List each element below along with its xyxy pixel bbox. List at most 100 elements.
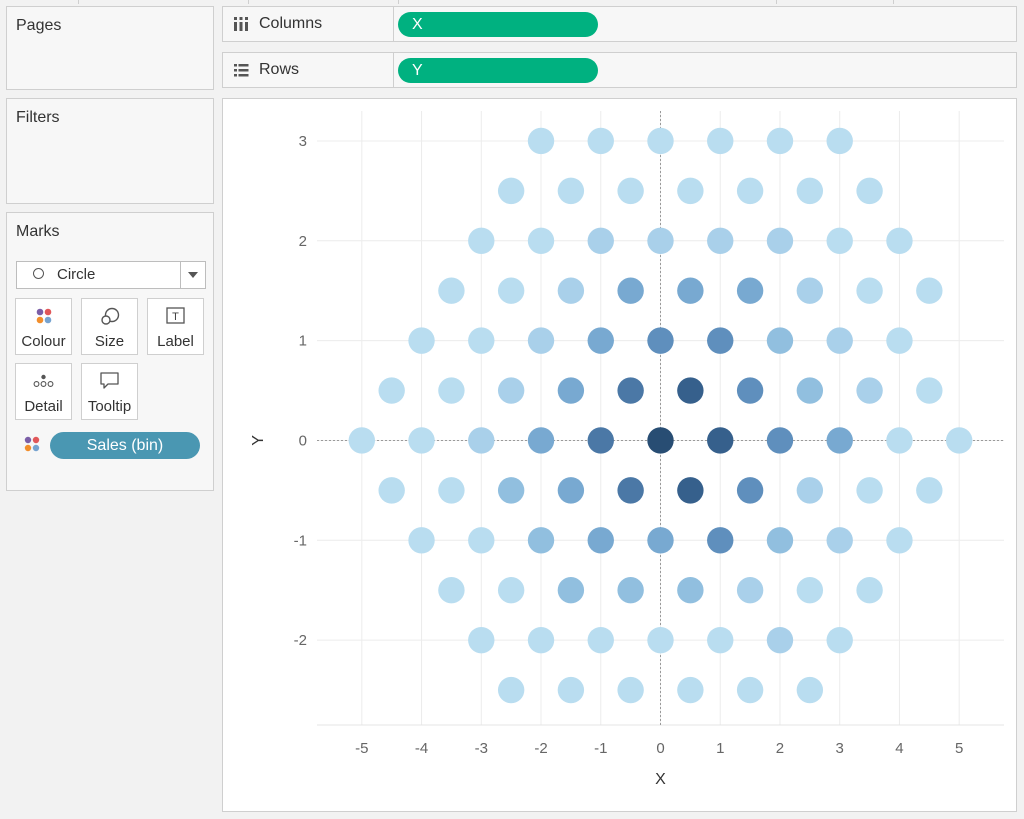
data-point: [886, 527, 913, 554]
label-label: Label: [157, 333, 194, 350]
x-pill[interactable]: X: [398, 12, 598, 37]
filters-title: Filters: [16, 109, 60, 126]
x-tick-label: 2: [776, 740, 784, 757]
data-point: [647, 626, 674, 654]
data-point: [916, 277, 943, 304]
y-tick-label: 1: [299, 333, 307, 350]
data-point: [617, 577, 644, 604]
rows-label: Rows: [259, 61, 300, 78]
mark-type-dropdown[interactable]: Circle: [16, 261, 206, 289]
data-point: [796, 377, 824, 404]
x-tick-label: 3: [836, 740, 844, 757]
data-point: [886, 227, 913, 254]
x-tick-label: -5: [355, 740, 368, 757]
data-point: [587, 327, 614, 354]
data-point: [497, 577, 525, 604]
x-tick-label: -2: [534, 740, 547, 757]
data-point: [826, 427, 853, 454]
chevron-down-icon[interactable]: [188, 272, 198, 278]
rows-shelf[interactable]: Rows Y: [222, 52, 1017, 88]
data-point: [736, 676, 764, 704]
data-point: [647, 427, 674, 454]
size-icon: [101, 307, 120, 325]
data-point: [527, 427, 555, 454]
data-point: [796, 277, 824, 304]
data-point: [647, 127, 674, 155]
data-point: [647, 227, 674, 254]
data-point: [438, 277, 465, 304]
data-point: [707, 527, 734, 554]
data-point: [348, 427, 376, 454]
colour-label: Colour: [21, 333, 66, 350]
data-point: [856, 477, 883, 504]
data-point: [916, 477, 943, 504]
data-point: [468, 327, 495, 354]
data-point: [677, 577, 704, 604]
data-point: [468, 427, 495, 454]
colour-button[interactable]: Colour: [15, 298, 72, 355]
data-point: [408, 527, 435, 554]
mark-type-value: Circle: [57, 266, 96, 283]
tooltip-button[interactable]: Tooltip: [81, 363, 138, 420]
tooltip-label: Tooltip: [87, 398, 132, 415]
data-point: [796, 477, 824, 504]
data-point: [766, 527, 794, 554]
data-point: [557, 177, 585, 205]
data-point: [497, 177, 525, 205]
data-point: [497, 377, 525, 404]
data-point: [557, 277, 585, 304]
data-point: [438, 377, 465, 404]
data-point: [438, 477, 465, 504]
data-point: [707, 127, 734, 155]
data-point: [707, 626, 734, 654]
y-tick-label: 3: [299, 133, 307, 150]
label-button[interactable]: T Label: [147, 298, 204, 355]
data-point: [587, 626, 614, 654]
data-point: [408, 427, 435, 454]
data-point: [766, 127, 794, 155]
data-point: [796, 177, 824, 205]
data-point: [497, 277, 525, 304]
y-tick-label: 2: [299, 233, 307, 250]
data-point: [707, 327, 734, 354]
data-point: [617, 277, 644, 304]
size-label: Size: [94, 333, 125, 350]
data-point: [557, 676, 585, 704]
color-legend-icon: [24, 436, 40, 452]
label-icon: T: [166, 307, 185, 324]
rows-icon: [234, 64, 249, 77]
data-point: [886, 427, 913, 454]
data-point: [826, 626, 853, 654]
sales-bin-pill[interactable]: Sales (bin): [50, 432, 200, 459]
data-point: [856, 177, 883, 205]
data-point: [677, 676, 704, 704]
data-point: [736, 277, 764, 304]
y-pill[interactable]: Y: [398, 58, 598, 83]
dropdown-divider: [180, 262, 181, 288]
data-point: [916, 377, 943, 404]
data-point: [707, 227, 734, 254]
data-point: [826, 527, 853, 554]
data-point: [826, 327, 853, 354]
data-point: [856, 277, 883, 304]
data-point: [438, 577, 465, 604]
x-tick-label: 0: [656, 740, 664, 757]
data-point: [527, 626, 555, 654]
data-point: [856, 377, 883, 404]
data-point: [736, 577, 764, 604]
pages-card[interactable]: Pages: [6, 6, 214, 90]
detail-button[interactable]: Detail: [15, 363, 72, 420]
data-point: [647, 527, 674, 554]
data-point: [527, 327, 555, 354]
columns-shelf[interactable]: Columns X: [222, 6, 1017, 42]
data-point: [617, 477, 644, 504]
data-point: [587, 127, 614, 155]
columns-icon: [234, 17, 248, 31]
marks-title: Marks: [16, 223, 60, 240]
data-point: [378, 377, 405, 404]
x-tick-label: -3: [475, 740, 488, 757]
filters-card[interactable]: Filters: [6, 98, 214, 204]
data-point: [677, 377, 704, 404]
data-point: [557, 477, 585, 504]
size-button[interactable]: Size: [81, 298, 138, 355]
